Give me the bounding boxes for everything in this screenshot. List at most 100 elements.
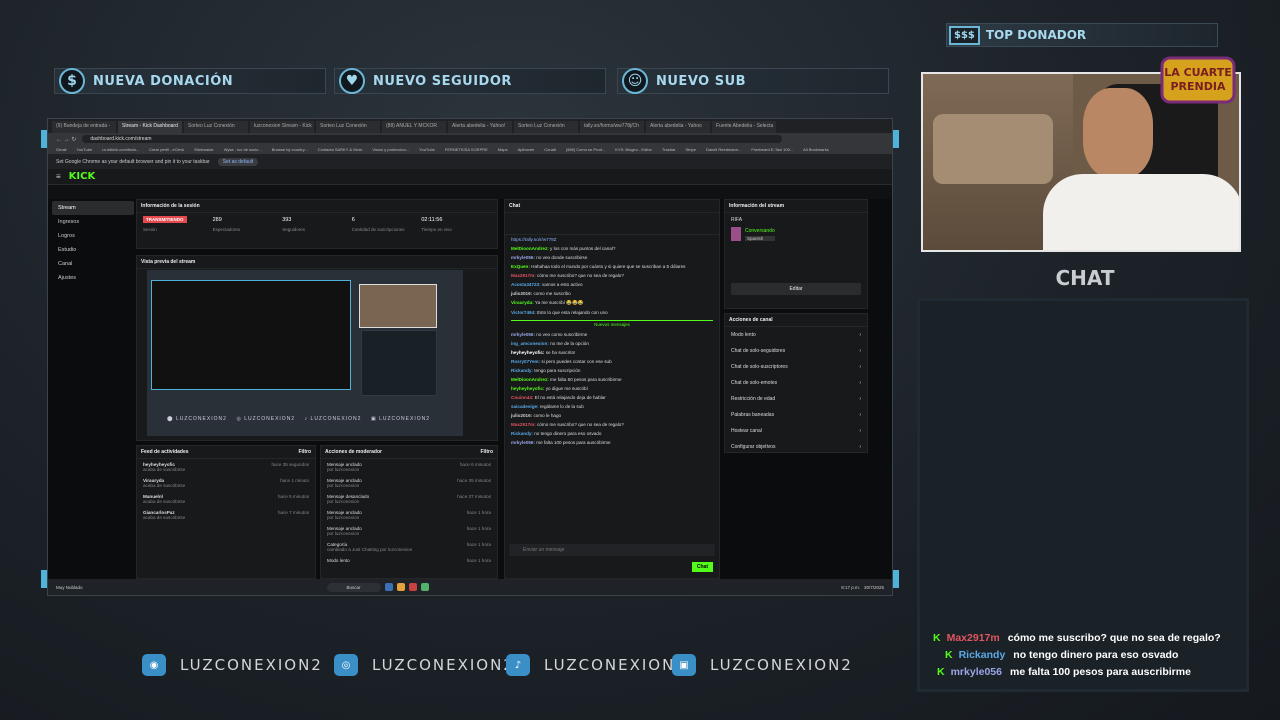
taskbar-app-icon[interactable] <box>420 583 429 591</box>
bookmark-item[interactable]: FERNETKISA SORPRE <box>445 147 488 152</box>
mod-time: hace 1 hora <box>466 526 491 531</box>
chat-input[interactable]: Enviar un mensaje <box>509 544 715 556</box>
menu-icon[interactable]: ≡ <box>56 172 61 181</box>
chat-message: Victor7494: Esto lo que esta relajando c… <box>505 308 719 317</box>
browser-tab[interactable]: Alerta abedelia - Yahoo <box>646 121 710 133</box>
stream-preview-panel: Vista previa del stream ⬤ LUZCONEXION2 ◎… <box>136 255 498 441</box>
mod-filter-button[interactable]: Filtro <box>481 449 494 455</box>
chat-send-button[interactable]: Chat <box>691 562 713 572</box>
chat-username[interactable]: Max2917m: <box>511 273 537 278</box>
bookmark-item[interactable]: Trasbar <box>662 147 676 152</box>
sidebar-item-stream[interactable]: Stream <box>52 201 134 215</box>
chat-username[interactable]: mrkyle056: <box>511 332 536 337</box>
chat-username[interactable]: Acosta34723: <box>511 282 542 287</box>
chat-username[interactable]: Couinn44: <box>511 395 535 400</box>
chat-username[interactable]: saicadevige: <box>511 404 540 409</box>
social-link[interactable]: ▣ LUZCONEXION2 <box>672 654 853 676</box>
sidebar-item-logros[interactable]: Logros <box>52 229 134 243</box>
taskbar-search[interactable]: Buscar <box>326 582 381 592</box>
chat-username[interactable]: Max2917m: <box>511 422 537 427</box>
social-link[interactable]: ◉ LUZCONEXION2 <box>142 654 323 676</box>
bookmark-item[interactable]: Contacta SARKY & More <box>318 147 363 152</box>
channel-action-item[interactable]: Restricción de edad › <box>725 391 867 407</box>
browser-tab[interactable]: Sorteo Luz Conexión <box>514 121 578 133</box>
bookmark-item[interactable]: Vision y proteccion... <box>372 147 409 152</box>
social-handle: LUZCONEXION2 <box>372 656 515 674</box>
bookmark-item[interactable]: Freebeard E-Taxi 100... <box>751 147 793 152</box>
browser-tab[interactable]: tally.so/forms/ww778j/Ch <box>580 121 644 133</box>
chat-username[interactable]: mrkyle056: <box>511 255 536 260</box>
chat-username[interactable]: Virauryda: <box>511 300 535 305</box>
edit-stream-button[interactable]: Editar <box>731 283 861 295</box>
weather-widget[interactable]: Muy Nublado <box>56 585 83 590</box>
chat-username[interactable]: julio2016: <box>511 291 533 296</box>
chat-username[interactable]: julio2016: <box>511 413 533 418</box>
bookmark-item[interactable]: Apibuvee <box>518 147 535 152</box>
bookmark-item[interactable]: Browse by country... <box>272 147 308 152</box>
bookmark-item[interactable]: Stickmaker <box>194 147 214 152</box>
taskbar-app-icon[interactable] <box>384 583 393 591</box>
mod-time: hace 37 minutos <box>457 494 491 499</box>
chat-username[interactable]: ing_amconexion: <box>511 341 550 346</box>
kick-logo[interactable]: KICK <box>69 171 96 182</box>
chat-username[interactable]: mrkyle056: <box>511 440 536 445</box>
bookmark-item[interactable]: KYS: Blogeo - Editor <box>615 147 652 152</box>
url-field[interactable]: dashboard.kick.com/stream <box>82 135 783 143</box>
sidebar-item-ajustes[interactable]: Ajustes <box>52 271 134 285</box>
chat-username[interactable]: MelDioonAndrez: <box>511 246 550 251</box>
mod-row: Mensaje anclado por luzconexion hace 6 min… <box>321 459 497 475</box>
chat-username[interactable]: ExQuen: <box>511 264 531 269</box>
bookmark-item[interactable]: Maps <box>498 147 508 152</box>
bookmark-item[interactable]: ra.ridkick.com/feda... <box>102 147 139 152</box>
chat-username[interactable]: Rickandy: <box>511 368 534 373</box>
new-sub-banner: ☺ NUEVO SUB <box>617 68 889 94</box>
address-bar[interactable]: ← → ↻ dashboard.kick.com/stream <box>48 133 892 145</box>
chat-username[interactable]: Rickandy: <box>511 431 534 436</box>
browser-tab[interactable]: (9) Bandeja de entrada - <box>52 121 116 133</box>
top-donor-label: TOP DONADOR <box>985 28 1087 42</box>
bookmark-item[interactable]: YouTube <box>419 147 435 152</box>
channel-action-item[interactable]: Chat de solo-emotes › <box>725 375 867 391</box>
chat-username[interactable]: Rosry07Yem: <box>511 359 541 364</box>
chat-username[interactable]: heyheyheyofic: <box>511 350 546 355</box>
browser-tab[interactable]: Fuente Abedelia - Selecta <box>712 121 776 133</box>
la-cuarte-prendia-logo: LA CUARTE PRENDIA <box>1160 56 1236 104</box>
channel-action-item[interactable]: Palabras baneadas › <box>725 407 867 423</box>
sidebar-item-ingresos[interactable]: Ingresos <box>52 215 134 229</box>
set-default-button[interactable]: Set as default <box>217 158 259 166</box>
browser-tab[interactable]: Alerta abedelia - Yahoo! <box>448 121 512 133</box>
bookmark-item[interactable]: Danell Reedmann... <box>706 147 741 152</box>
channel-action-item[interactable]: Modo lento › <box>725 327 867 343</box>
channel-action-item[interactable]: Chat de solo-suscriptores › <box>725 359 867 375</box>
frame-accent <box>893 130 899 148</box>
nav-arrows-icon[interactable]: ← → ↻ <box>56 136 76 143</box>
channel-action-item[interactable]: Configurar objetivos › <box>725 439 867 455</box>
browser-tab[interactable]: Sorteo Luz Conexión <box>316 121 380 133</box>
bookmark-item[interactable]: Conatl <box>544 147 556 152</box>
pinned-link[interactable]: https://tally.so/r/w778Z <box>505 235 719 244</box>
browser-tab[interactable]: Stream - Kick Dashboard <box>118 121 182 133</box>
bookmark-item[interactable]: Stripe <box>686 147 696 152</box>
channel-action-item[interactable]: Hostear canal › <box>725 423 867 439</box>
browser-tab[interactable]: (88) ANUEL Y MCKOR <box>382 121 446 133</box>
channel-action-item[interactable]: Chat de solo-seguidores › <box>725 343 867 359</box>
bookmark-item[interactable]: Gmail <box>56 147 66 152</box>
social-link[interactable]: ◎ LUZCONEXION2 <box>334 654 515 676</box>
browser-tab[interactable]: Sorteo Luz Conexión <box>184 121 248 133</box>
taskbar-app-icon[interactable] <box>408 583 417 591</box>
chat-username[interactable]: MelDioonAndrez: <box>511 377 550 382</box>
chat-username[interactable]: heyheyheyofic: <box>511 386 546 391</box>
bookmark-item[interactable]: Wyse - lux de socio... <box>224 147 262 152</box>
activity-filter-button[interactable]: Filtro <box>299 449 312 455</box>
stream-preview-video[interactable]: ⬤ LUZCONEXION2 ◎ LUZCONEXION2 ♪ LUZCONEX… <box>147 270 463 436</box>
chat-username[interactable]: Victor7494: <box>511 310 537 315</box>
bookmark-item[interactable]: All Bookmarks <box>803 147 829 152</box>
bookmark-item[interactable]: (985) Como se Prod... <box>566 147 605 152</box>
bookmark-item[interactable]: YouTube <box>76 147 92 152</box>
sidebar-item-canal[interactable]: Canal <box>52 257 134 271</box>
bookmark-item[interactable]: Crear perfil - eClerk <box>149 147 184 152</box>
social-link[interactable]: ♪ LUZCONEXION2 <box>506 654 687 676</box>
taskbar-app-icon[interactable] <box>396 583 405 591</box>
sidebar-item-estudio[interactable]: Estudio <box>52 243 134 257</box>
browser-tab[interactable]: luzconexion Stream - Kick <box>250 121 314 133</box>
